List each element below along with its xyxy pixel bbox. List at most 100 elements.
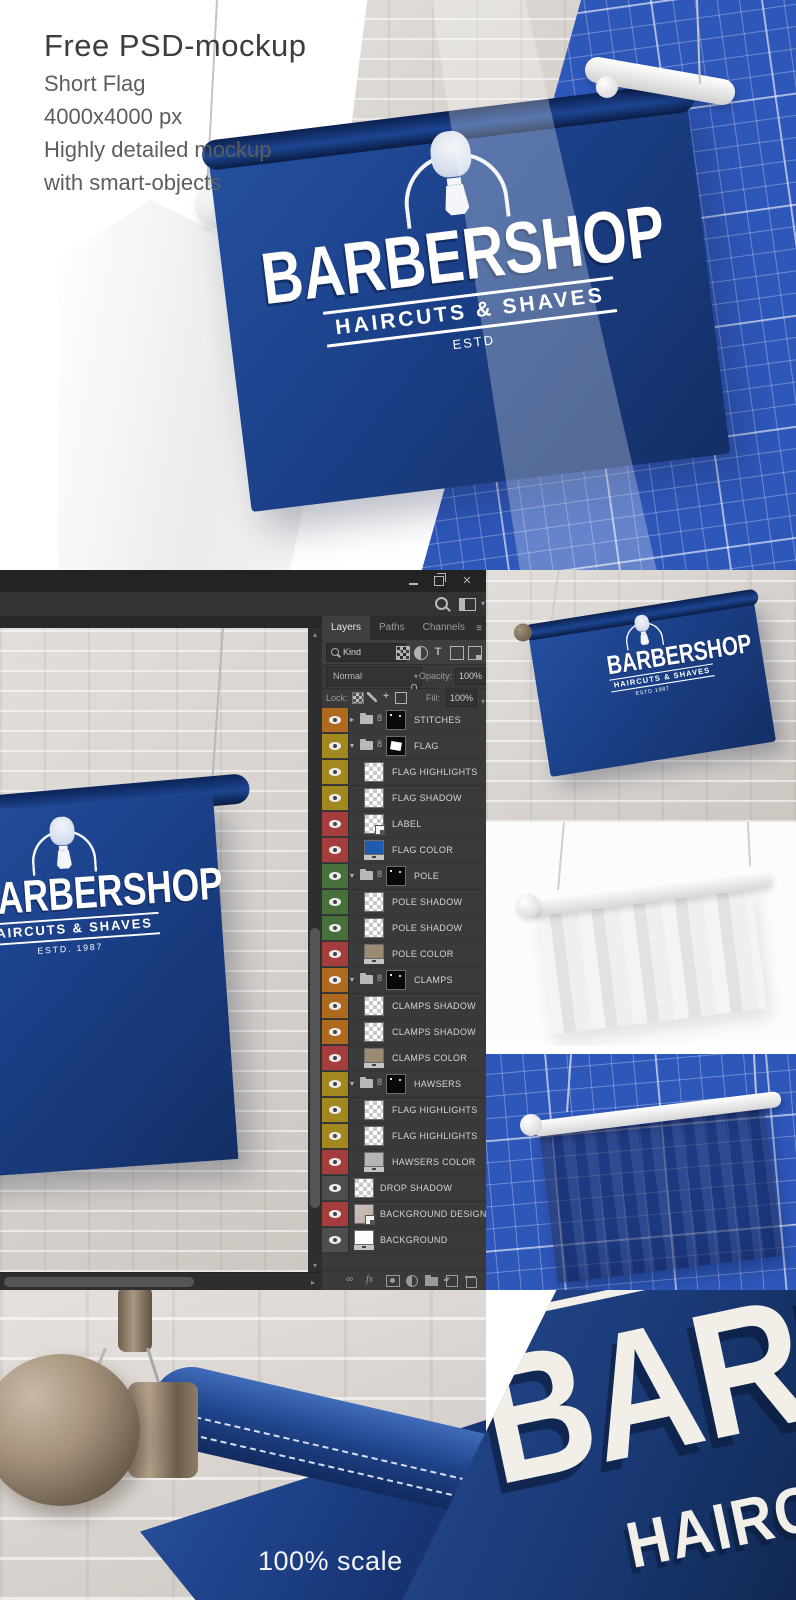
- new-layer-icon[interactable]: [444, 1275, 458, 1287]
- scrollbar-thumb[interactable]: [4, 1277, 194, 1287]
- layer-thumbnail[interactable]: [364, 788, 384, 808]
- visibility-eye-icon[interactable]: [329, 1132, 341, 1140]
- visibility-eye-icon[interactable]: [329, 820, 341, 828]
- filter-type-layers-icon[interactable]: T: [432, 646, 444, 658]
- layer-row[interactable]: LABEL: [322, 812, 486, 838]
- group-mask-thumbnail[interactable]: [386, 710, 406, 730]
- layer-thumbnail[interactable]: [364, 1100, 384, 1120]
- kind-filter-dropdown[interactable]: Kind ▾: [326, 643, 406, 662]
- layer-name[interactable]: LABEL: [392, 819, 422, 829]
- layer-name[interactable]: POLE SHADOW: [392, 897, 462, 907]
- layer-thumbnail[interactable]: [364, 1022, 384, 1042]
- layer-row[interactable]: FLAG HIGHLIGHTS: [322, 1124, 486, 1150]
- tab-channels[interactable]: Channels: [414, 616, 474, 640]
- visibility-eye-icon[interactable]: [329, 898, 341, 906]
- opacity-value[interactable]: 100%▾: [455, 668, 486, 685]
- layer-row[interactable]: BACKGROUND DESIGN: [322, 1202, 486, 1228]
- workspace-panel-icon[interactable]: [459, 598, 476, 611]
- layer-row[interactable]: ▾ 8 POLE: [322, 864, 486, 890]
- group-collapse-icon[interactable]: ▾: [350, 975, 354, 984]
- layer-row[interactable]: CLAMPS COLOR: [322, 1046, 486, 1072]
- adjustment-icon[interactable]: [406, 1275, 418, 1287]
- blend-mode-dropdown[interactable]: Normal ▾: [326, 667, 422, 686]
- group-expand-icon[interactable]: ▸: [350, 715, 354, 724]
- document-canvas[interactable]: BARBERSHOP HAIRCUTS & SHAVES ESTD. 1987 …: [0, 616, 322, 1290]
- filter-shape-layers-icon[interactable]: [450, 646, 464, 660]
- folder-icon[interactable]: [425, 1275, 438, 1286]
- layer-name[interactable]: CLAMPS: [414, 975, 453, 985]
- visibility-eye-icon[interactable]: [329, 1106, 341, 1114]
- layer-row[interactable]: ▸ 8 STITCHES: [322, 708, 486, 734]
- layer-mask-icon[interactable]: [386, 1275, 400, 1287]
- scroll-up-icon[interactable]: ▴: [308, 630, 322, 639]
- horizontal-scrollbar[interactable]: ▸: [0, 1272, 322, 1290]
- lock-transparency-icon[interactable]: [352, 692, 364, 704]
- restore-icon[interactable]: [428, 570, 450, 592]
- group-mask-thumbnail[interactable]: [386, 736, 406, 756]
- visibility-eye-icon[interactable]: [329, 950, 341, 958]
- layer-row[interactable]: ▾ 8 FLAG: [322, 734, 486, 760]
- visibility-eye-icon[interactable]: [329, 924, 341, 932]
- visibility-eye-icon[interactable]: [329, 1080, 341, 1088]
- layer-thumbnail[interactable]: [364, 996, 384, 1016]
- layer-row[interactable]: BACKGROUND: [322, 1228, 486, 1254]
- search-icon[interactable]: [435, 597, 448, 610]
- layer-name[interactable]: HAWSERS COLOR: [392, 1157, 476, 1167]
- layer-name[interactable]: POLE SHADOW: [392, 923, 462, 933]
- visibility-eye-icon[interactable]: [329, 872, 341, 880]
- lock-artboard-icon[interactable]: [395, 692, 407, 704]
- layer-row[interactable]: POLE COLOR: [322, 942, 486, 968]
- layer-name[interactable]: FLAG HIGHLIGHTS: [392, 1131, 478, 1141]
- layer-row[interactable]: FLAG COLOR: [322, 838, 486, 864]
- scroll-down-icon[interactable]: ▾: [308, 1261, 322, 1270]
- visibility-eye-icon[interactable]: [329, 716, 341, 724]
- lock-paint-icon[interactable]: [367, 692, 377, 702]
- layer-row[interactable]: CLAMPS SHADOW: [322, 1020, 486, 1046]
- scrollbar-thumb[interactable]: [310, 928, 320, 1208]
- layer-row[interactable]: POLE SHADOW: [322, 890, 486, 916]
- link-icon[interactable]: ∞: [346, 1275, 353, 1285]
- layer-thumbnail[interactable]: [354, 1230, 374, 1250]
- tab-layers[interactable]: Layers: [322, 616, 371, 640]
- minimize-icon[interactable]: [402, 570, 424, 592]
- layer-name[interactable]: BACKGROUND: [380, 1235, 448, 1245]
- visibility-eye-icon[interactable]: [329, 1028, 341, 1036]
- visibility-eye-icon[interactable]: [329, 846, 341, 854]
- filter-pixel-layers-icon[interactable]: [396, 646, 410, 660]
- layer-thumbnail[interactable]: [364, 814, 385, 835]
- group-mask-thumbnail[interactable]: [386, 970, 406, 990]
- scroll-right-icon[interactable]: ▸: [308, 1278, 318, 1287]
- layer-thumbnail[interactable]: [364, 918, 384, 938]
- trash-icon[interactable]: [465, 1276, 477, 1288]
- visibility-eye-icon[interactable]: [329, 794, 341, 802]
- visibility-eye-icon[interactable]: [329, 1236, 341, 1244]
- layer-name[interactable]: BACKGROUND DESIGN: [380, 1209, 486, 1219]
- layer-row[interactable]: ▾ 8 HAWSERS: [322, 1072, 486, 1098]
- panel-menu-icon[interactable]: ≡: [476, 623, 482, 634]
- layer-name[interactable]: CLAMPS COLOR: [392, 1053, 467, 1063]
- group-mask-thumbnail[interactable]: [386, 866, 406, 886]
- visibility-eye-icon[interactable]: [329, 1210, 341, 1218]
- layer-name[interactable]: DROP SHADOW: [380, 1183, 452, 1193]
- layer-thumbnail[interactable]: [354, 1178, 374, 1198]
- layer-name[interactable]: POLE: [414, 871, 439, 881]
- visibility-eye-icon[interactable]: [329, 768, 341, 776]
- layer-thumbnail[interactable]: [364, 840, 384, 860]
- layer-name[interactable]: FLAG HIGHLIGHTS: [392, 1105, 478, 1115]
- layer-row[interactable]: FLAG SHADOW: [322, 786, 486, 812]
- layer-name[interactable]: FLAG COLOR: [392, 845, 453, 855]
- close-icon[interactable]: ×: [456, 570, 478, 592]
- visibility-eye-icon[interactable]: [329, 1054, 341, 1062]
- fill-value[interactable]: 100% ▾: [446, 690, 485, 707]
- layer-row[interactable]: DROP SHADOW: [322, 1176, 486, 1202]
- layer-name[interactable]: CLAMPS SHADOW: [392, 1001, 476, 1011]
- layer-thumbnail[interactable]: [364, 1048, 384, 1068]
- layer-row[interactable]: HAWSERS COLOR: [322, 1150, 486, 1176]
- visibility-eye-icon[interactable]: [329, 1184, 341, 1192]
- layer-name[interactable]: FLAG: [414, 741, 439, 751]
- vertical-scrollbar[interactable]: ▴ ▾: [308, 628, 322, 1272]
- layer-name[interactable]: FLAG SHADOW: [392, 793, 462, 803]
- fx-icon[interactable]: fx: [366, 1275, 373, 1285]
- group-mask-thumbnail[interactable]: [386, 1074, 406, 1094]
- layer-name[interactable]: STITCHES: [414, 715, 461, 725]
